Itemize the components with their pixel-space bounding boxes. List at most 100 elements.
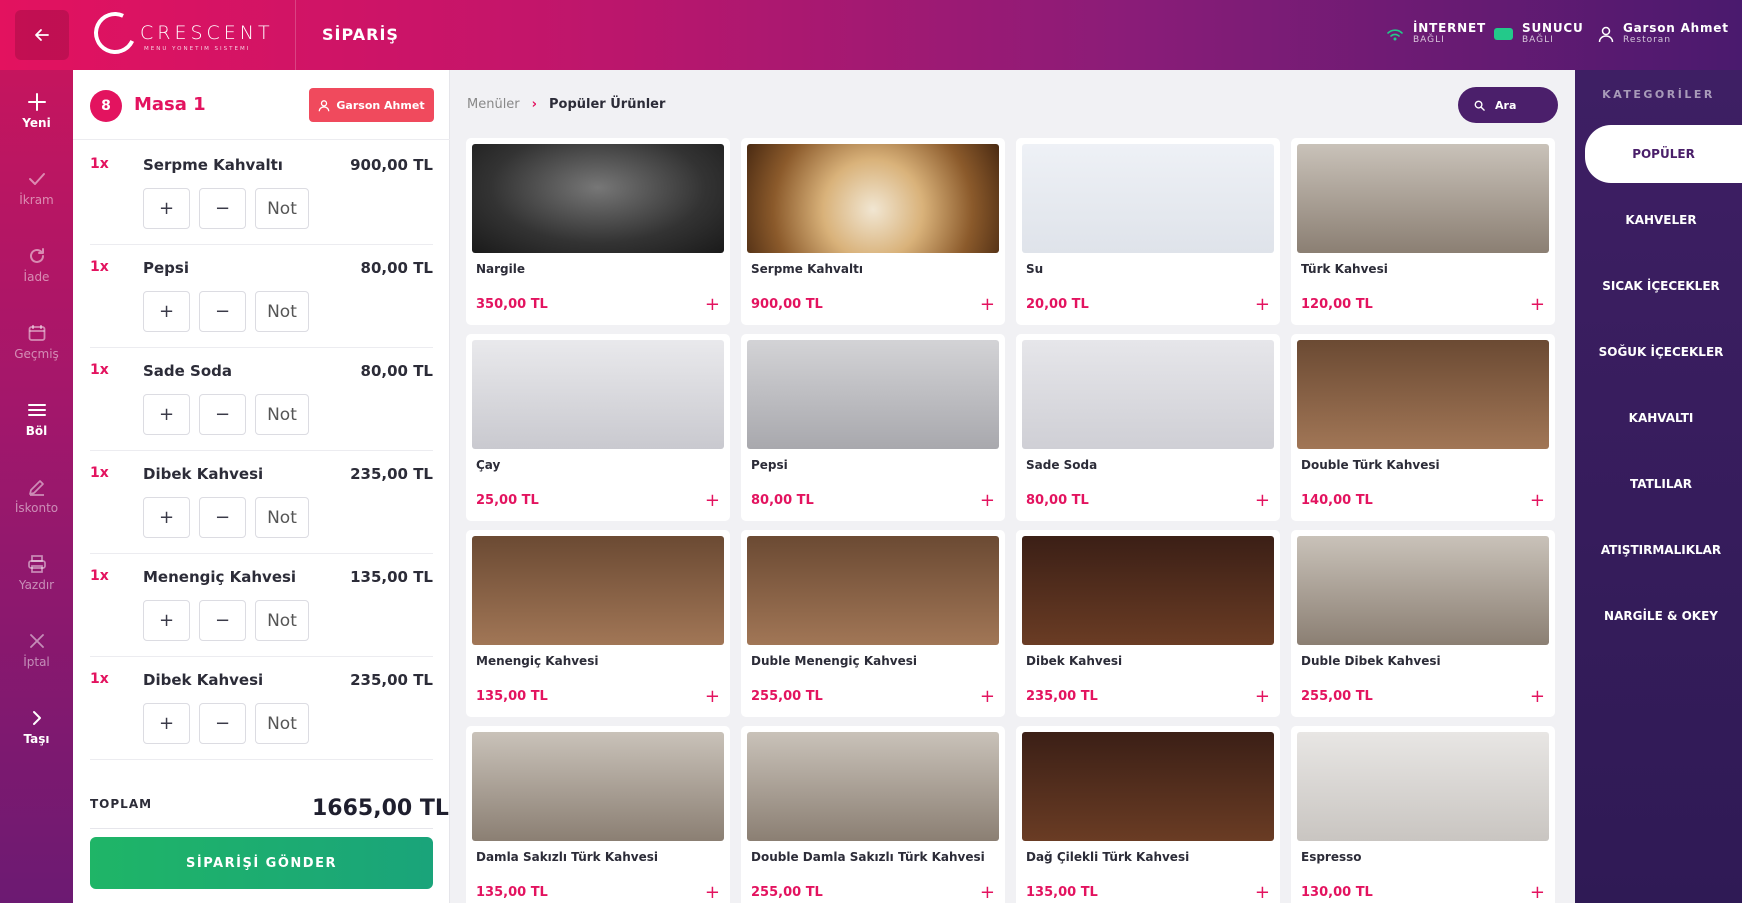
- increase-quantity-button[interactable]: +: [143, 291, 190, 332]
- increase-quantity-button[interactable]: +: [143, 188, 190, 229]
- top-header: CRESCENT MENU YONETIM SISTEMI SİPARİŞ İN…: [0, 0, 1742, 70]
- nav-discount-button[interactable]: İskonto: [0, 461, 73, 531]
- waiter-button[interactable]: Garson Ahmet: [309, 88, 434, 122]
- decrease-quantity-button[interactable]: −: [199, 394, 246, 435]
- category-item[interactable]: POPÜLER: [1585, 125, 1742, 183]
- product-card[interactable]: Duble Dibek Kahvesi 255,00 TL +: [1291, 530, 1555, 717]
- add-product-button[interactable]: +: [1255, 686, 1270, 707]
- nav-new-button[interactable]: Yeni: [0, 76, 73, 146]
- product-card[interactable]: Pepsi 80,00 TL +: [741, 334, 1005, 521]
- increase-quantity-button[interactable]: +: [143, 600, 190, 641]
- product-card[interactable]: Serpme Kahvaltı 900,00 TL +: [741, 138, 1005, 325]
- category-item[interactable]: ATIŞTIRMALIKLAR: [1585, 521, 1737, 579]
- add-product-button[interactable]: +: [1530, 294, 1545, 315]
- increase-quantity-button[interactable]: +: [143, 497, 190, 538]
- product-name: Pepsi: [751, 458, 788, 472]
- product-card[interactable]: Menengiç Kahvesi 135,00 TL +: [466, 530, 730, 717]
- order-item: 1x Sade Soda 80,00 TL + − Not: [90, 348, 433, 451]
- add-product-button[interactable]: +: [980, 490, 995, 511]
- increase-quantity-button[interactable]: +: [143, 703, 190, 744]
- add-product-button[interactable]: +: [1530, 882, 1545, 903]
- product-card[interactable]: Nargile 350,00 TL +: [466, 138, 730, 325]
- nav-complimentary-button[interactable]: İkram: [0, 153, 73, 223]
- internet-label: İNTERNET: [1413, 21, 1486, 35]
- send-order-button[interactable]: SİPARİŞİ GÖNDER: [90, 837, 433, 889]
- product-price: 255,00 TL: [751, 885, 823, 900]
- add-product-button[interactable]: +: [980, 882, 995, 903]
- add-product-button[interactable]: +: [705, 294, 720, 315]
- add-note-button[interactable]: Not: [255, 497, 309, 538]
- add-product-button[interactable]: +: [980, 294, 995, 315]
- pencil-icon: [28, 480, 44, 496]
- nav-move-button[interactable]: Taşı: [0, 692, 73, 762]
- nav-label: İkram: [19, 193, 54, 207]
- add-note-button[interactable]: Not: [255, 703, 309, 744]
- logo-subtitle: MENU YONETIM SISTEMI: [144, 46, 251, 52]
- product-card[interactable]: Dibek Kahvesi 235,00 TL +: [1016, 530, 1280, 717]
- order-item-name: Dibek Kahvesi: [143, 465, 264, 483]
- product-card[interactable]: Sade Soda 80,00 TL +: [1016, 334, 1280, 521]
- user-profile[interactable]: Garson Ahmet Restoran: [1598, 21, 1729, 46]
- add-product-button[interactable]: +: [705, 490, 720, 511]
- decrease-quantity-button[interactable]: −: [199, 703, 246, 744]
- product-card[interactable]: Espresso 130,00 TL +: [1291, 726, 1555, 903]
- back-button[interactable]: [15, 10, 69, 60]
- category-item[interactable]: TATLILAR: [1585, 455, 1737, 513]
- product-price: 80,00 TL: [751, 493, 814, 508]
- add-product-button[interactable]: +: [1255, 882, 1270, 903]
- add-product-button[interactable]: +: [1530, 686, 1545, 707]
- add-product-button[interactable]: +: [705, 686, 720, 707]
- nav-split-button[interactable]: Böl: [0, 384, 73, 454]
- add-product-button[interactable]: +: [705, 882, 720, 903]
- product-card[interactable]: Çay 25,00 TL +: [466, 334, 730, 521]
- product-card[interactable]: Double Türk Kahvesi 140,00 TL +: [1291, 334, 1555, 521]
- search-icon: [1474, 100, 1485, 111]
- add-note-button[interactable]: Not: [255, 600, 309, 641]
- nav-print-button[interactable]: Yazdır: [0, 538, 73, 608]
- add-product-button[interactable]: +: [1530, 490, 1545, 511]
- product-image: [1022, 732, 1274, 841]
- decrease-quantity-button[interactable]: −: [199, 291, 246, 332]
- add-note-button[interactable]: Not: [255, 188, 309, 229]
- category-item[interactable]: KAHVALTI: [1585, 389, 1737, 447]
- category-item[interactable]: SICAK İÇECEKLER: [1585, 257, 1737, 315]
- increase-quantity-button[interactable]: +: [143, 394, 190, 435]
- nav-refund-button[interactable]: İade: [0, 230, 73, 300]
- add-product-button[interactable]: +: [1255, 490, 1270, 511]
- product-price: 255,00 TL: [1301, 689, 1373, 704]
- nav-label: Böl: [25, 424, 48, 438]
- product-card[interactable]: Su 20,00 TL +: [1016, 138, 1280, 325]
- add-note-button[interactable]: Not: [255, 394, 309, 435]
- search-button[interactable]: Ara: [1458, 87, 1558, 123]
- total-value: 1665,00 TL: [312, 796, 449, 821]
- internet-value: BAĞLI: [1413, 35, 1445, 45]
- add-note-button[interactable]: Not: [255, 291, 309, 332]
- product-card[interactable]: Duble Menengiç Kahvesi 255,00 TL +: [741, 530, 1005, 717]
- category-item[interactable]: KAHVELER: [1585, 191, 1737, 249]
- add-product-button[interactable]: +: [1255, 294, 1270, 315]
- product-name: Türk Kahvesi: [1301, 262, 1388, 276]
- left-action-sidebar: Yeni İkram İade Geçmiş Böl İskonto Yazdı…: [0, 70, 73, 903]
- order-item-qty: 1x: [90, 259, 109, 275]
- user-icon: [1598, 26, 1614, 42]
- product-card[interactable]: Damla Sakızlı Türk Kahvesi 135,00 TL +: [466, 726, 730, 903]
- breadcrumb-root[interactable]: Menüler: [467, 97, 520, 112]
- decrease-quantity-button[interactable]: −: [199, 600, 246, 641]
- decrease-quantity-button[interactable]: −: [199, 497, 246, 538]
- categories-title: KATEGORİLER: [1602, 88, 1715, 101]
- product-card[interactable]: Double Damla Sakızlı Türk Kahvesi 255,00 …: [741, 726, 1005, 903]
- category-item[interactable]: NARGİLE & OKEY: [1585, 587, 1737, 645]
- nav-label: İptal: [23, 655, 50, 669]
- nav-cancel-button[interactable]: İptal: [0, 615, 73, 685]
- order-item: 1x Menengiç Kahvesi 135,00 TL + − Not: [90, 554, 433, 657]
- product-price: 20,00 TL: [1026, 297, 1089, 312]
- add-product-button[interactable]: +: [980, 686, 995, 707]
- decrease-quantity-button[interactable]: −: [199, 188, 246, 229]
- nav-history-button[interactable]: Geçmiş: [0, 307, 73, 377]
- product-card[interactable]: Dağ Çilekli Türk Kahvesi 135,00 TL +: [1016, 726, 1280, 903]
- category-item[interactable]: SOĞUK İÇECEKLER: [1585, 323, 1737, 381]
- order-item-qty: 1x: [90, 362, 109, 378]
- product-price: 80,00 TL: [1026, 493, 1089, 508]
- nav-label: Geçmiş: [14, 347, 59, 361]
- product-card[interactable]: Türk Kahvesi 120,00 TL +: [1291, 138, 1555, 325]
